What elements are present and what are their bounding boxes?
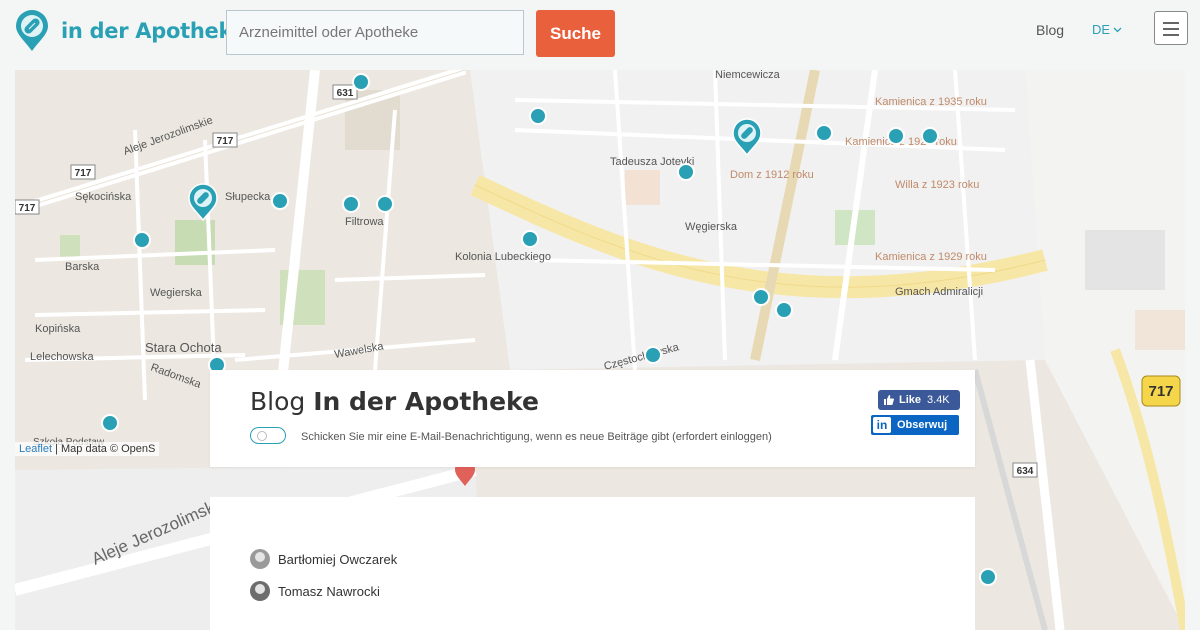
map-attribution: Leaflet | Map data © OpenS xyxy=(15,442,160,456)
attribution-text: | Map data © OpenS xyxy=(55,443,156,455)
menu-line-icon xyxy=(1163,28,1179,30)
author-item[interactable]: Tomasz Nawrocki xyxy=(250,581,380,601)
map-street-label: Kamienica z 1935 roku xyxy=(875,96,987,108)
map-street-label: Barska xyxy=(65,261,100,273)
map-street-label: Lelechowska xyxy=(30,351,94,363)
map-street-label: Kamienica z 1929 roku xyxy=(875,251,987,263)
facebook-like-label: Like xyxy=(899,394,922,406)
map-street-label: Gmach Admiralicji xyxy=(895,286,983,298)
language-selector[interactable]: DE xyxy=(1092,22,1122,37)
facebook-like-button[interactable]: Like 3.4K xyxy=(878,390,960,410)
author-name: Bartłomiej Owczarek xyxy=(278,551,398,567)
blog-content-card: Bartłomiej Owczarek Tomasz Nawrocki xyxy=(210,497,975,630)
blog-header-card: Blog In der Apotheke Schicken Sie mir ei… xyxy=(210,370,975,467)
search-input[interactable] xyxy=(226,10,524,55)
title-strong: In der Apotheke xyxy=(313,387,539,416)
search-button[interactable]: Suche xyxy=(536,10,615,57)
author-item[interactable]: Bartłomiej Owczarek xyxy=(250,549,397,569)
map-street-label: Dom z 1912 roku xyxy=(730,169,814,181)
map-street-label: Słupecka xyxy=(225,191,271,203)
map-street-label: Wegierska xyxy=(150,287,203,299)
map-street-label: Stara Ochota xyxy=(145,340,222,355)
linkedin-follow-button[interactable]: in Obserwuj xyxy=(871,415,959,435)
menu-line-icon xyxy=(1163,22,1179,24)
menu-line-icon xyxy=(1163,34,1179,36)
hamburger-menu-button[interactable] xyxy=(1154,11,1188,45)
avatar xyxy=(250,549,270,569)
avatar xyxy=(250,581,270,601)
title-prefix: Blog xyxy=(250,387,314,416)
facebook-like-count: 3.4K xyxy=(927,394,950,406)
logo-text: in der Apotheke xyxy=(61,19,246,43)
map-street-label: Węgierska xyxy=(685,221,738,233)
pharmacy-pin-logo-icon xyxy=(16,10,48,51)
road-number-label: 717 xyxy=(1148,383,1173,400)
logo-link[interactable]: in der Apotheke xyxy=(15,10,246,52)
page-title: Blog In der Apotheke xyxy=(250,387,539,416)
road-number-label: 717 xyxy=(19,203,36,214)
map-street-label: Willa z 1923 roku xyxy=(895,179,979,191)
language-label: DE xyxy=(1092,22,1111,37)
map-street-label: Kopińska xyxy=(35,323,81,335)
author-name: Tomasz Nawrocki xyxy=(278,583,380,599)
linkedin-follow-label: Obserwuj xyxy=(897,419,948,431)
road-number-label: 717 xyxy=(217,136,234,147)
site-header: in der Apotheke Suche Blog DE xyxy=(0,0,1200,70)
toggle-knob xyxy=(257,431,267,441)
chevron-down-icon xyxy=(1113,27,1122,32)
map-street-label: Kolonia Lubeckiego xyxy=(455,251,551,263)
map-street-label: Filtrowa xyxy=(345,216,384,228)
road-number-label: 717 xyxy=(75,168,92,179)
linkedin-icon: in xyxy=(873,417,891,433)
notification-label: Schicken Sie mir eine E-Mail-Benachricht… xyxy=(301,431,772,443)
nav-blog-link[interactable]: Blog xyxy=(1036,22,1064,38)
road-number-label: 631 xyxy=(337,88,354,99)
road-number-label: 634 xyxy=(1017,466,1034,477)
email-notification-toggle[interactable] xyxy=(250,427,286,444)
leaflet-link[interactable]: Leaflet xyxy=(19,443,52,455)
map-street-label: Sękocińska xyxy=(75,191,132,203)
thumbs-up-icon xyxy=(884,395,894,405)
map-street-label: Niemcewicza xyxy=(715,70,781,81)
